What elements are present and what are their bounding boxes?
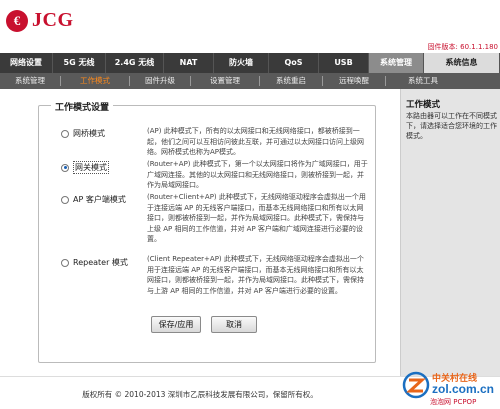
- radio-ap-client[interactable]: [61, 195, 69, 204]
- mode-label-ap-client[interactable]: AP 客户端模式: [73, 194, 126, 205]
- watermark-sub: 泡泡网 PCPOP: [430, 398, 477, 406]
- main-nav: 网络设置 5G 无线 2.4G 无线 NAT 防火墙 QoS USB 系统管理 …: [0, 53, 500, 73]
- subnav-firmware-upgrade[interactable]: 固件升级: [130, 73, 190, 89]
- mode-option-gateway[interactable]: 网关模式: [61, 161, 109, 174]
- save-apply-button[interactable]: 保存/应用: [151, 316, 201, 333]
- help-sidebar: 工作模式 本路由器可以工作在不同模式下，请选择适合您环境的工作模式。: [400, 89, 500, 376]
- mode-desc-bridge: (AP) 此种模式下，所有的以太网接口和无线网络接口，都被桥接到一起，他们之间可…: [147, 127, 364, 157]
- subnav-system-tools[interactable]: 系统工具: [386, 73, 460, 89]
- help-text: 本路由器可以工作在不同模式下，请选择适合您环境的工作模式。: [406, 112, 497, 140]
- zol-watermark: 中关村在线 zol.com.cn 泡泡网 PCPOP: [402, 369, 496, 409]
- subnav-wake-on-lan[interactable]: 远程唤醒: [323, 73, 385, 89]
- sub-nav: 系统管理 工作模式 固件升级 设置管理 系统重启 远程唤醒 系统工具: [0, 73, 500, 89]
- brand-name: JCG: [32, 9, 74, 31]
- nav-24g-wireless[interactable]: 2.4G 无线: [106, 53, 164, 73]
- nav-nat[interactable]: NAT: [164, 53, 214, 73]
- mode-label-bridge[interactable]: 网桥模式: [73, 128, 105, 139]
- subnav-work-mode[interactable]: 工作模式: [61, 73, 129, 89]
- mode-option-repeater[interactable]: Repeater 模式: [61, 257, 128, 268]
- copyright-text: 版权所有 © 2010-2013 深圳市乙辰科技发展有限公司，保留所有权。: [82, 390, 318, 399]
- firmware-version: 固件版本: 60.1.1.180: [427, 43, 498, 51]
- mode-label-gateway[interactable]: 网关模式: [73, 161, 109, 174]
- logo-mark-icon: €: [6, 9, 28, 32]
- nav-qos[interactable]: QoS: [269, 53, 319, 73]
- mode-desc-ap-client: (Router+Client+AP) 此种模式下，无线网络驱动程序会虚拟出一个用…: [147, 193, 366, 244]
- mode-option-ap-client[interactable]: AP 客户端模式: [61, 194, 126, 205]
- header: € JCG 固件版本: 60.1.1.180: [0, 0, 500, 51]
- nav-5g-wireless[interactable]: 5G 无线: [53, 53, 106, 73]
- main-content: 工作模式设置 网桥模式 (AP) 此种模式下，所有的以太网接口和无线网络接口，都…: [0, 89, 400, 376]
- panel-title: 工作模式设置: [51, 100, 114, 113]
- subnav-system-management[interactable]: 系统管理: [0, 73, 60, 89]
- nav-network-settings[interactable]: 网络设置: [0, 53, 53, 73]
- mode-desc-repeater: (Client Repeater+AP) 此种模式下，无线网络驱动程序会虚拟出一…: [147, 255, 364, 295]
- brand-logo: € JCG: [6, 9, 74, 32]
- radio-bridge[interactable]: [61, 129, 69, 138]
- nav-system-management[interactable]: 系统管理: [369, 53, 424, 73]
- work-mode-panel: 工作模式设置 网桥模式 (AP) 此种模式下，所有的以太网接口和无线网络接口，都…: [38, 100, 376, 363]
- footer: 版权所有 © 2010-2013 深圳市乙辰科技发展有限公司，保留所有权。 中关…: [0, 371, 500, 409]
- subnav-settings-management[interactable]: 设置管理: [191, 73, 259, 89]
- mode-label-repeater[interactable]: Repeater 模式: [73, 257, 128, 268]
- cancel-button[interactable]: 取消: [211, 316, 257, 333]
- watermark-en: zol.com.cn: [432, 382, 495, 396]
- subnav-system-reboot[interactable]: 系统重启: [260, 73, 322, 89]
- mode-desc-gateway: (Router+AP) 此种模式下，第一个以太网接口将作为广域网接口，用于广域网…: [147, 160, 368, 190]
- zol-logo-icon: [402, 371, 430, 399]
- radio-gateway[interactable]: [61, 163, 69, 172]
- help-title: 工作模式: [406, 100, 441, 110]
- nav-firewall[interactable]: 防火墙: [214, 53, 269, 73]
- mode-option-bridge[interactable]: 网桥模式: [61, 128, 105, 139]
- radio-repeater[interactable]: [61, 258, 69, 267]
- nav-usb[interactable]: USB: [319, 53, 369, 73]
- nav-system-info[interactable]: 系统信息: [424, 53, 500, 73]
